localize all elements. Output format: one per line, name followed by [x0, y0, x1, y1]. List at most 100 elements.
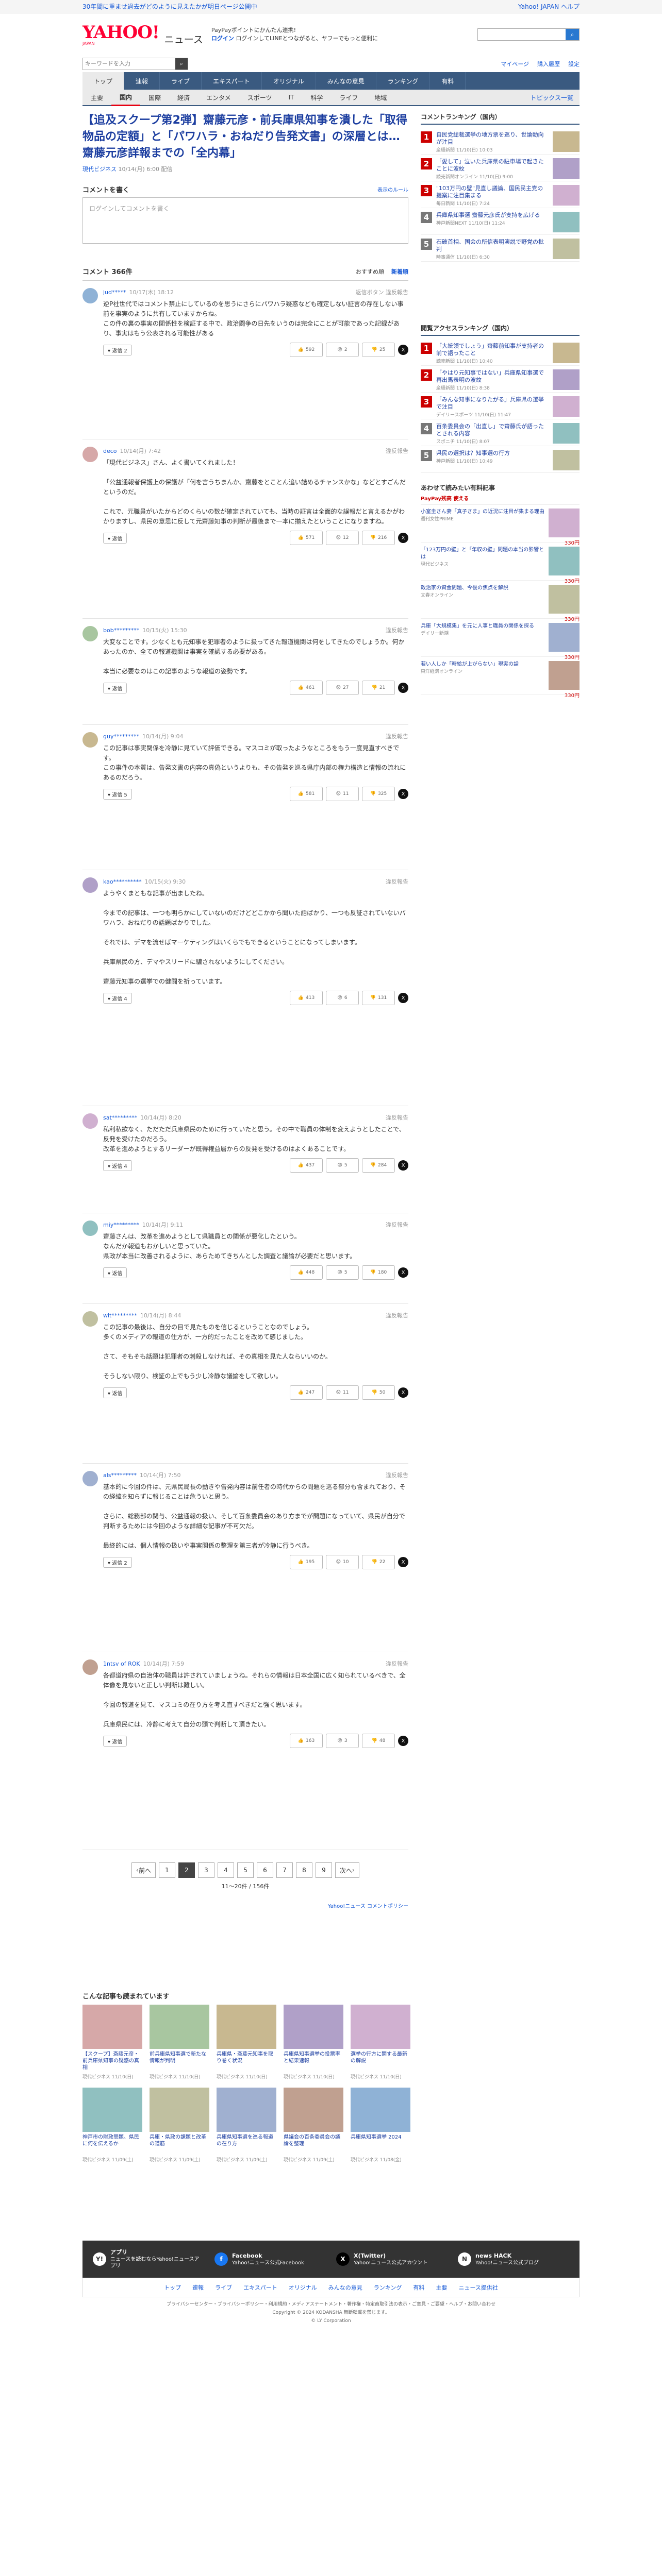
vote-up-button[interactable]: 👍 592: [290, 343, 323, 357]
comment-user[interactable]: jud*****: [103, 289, 126, 296]
vote-down-button[interactable]: 👎 131: [362, 991, 395, 1005]
footer-nav-item[interactable]: ランキング: [374, 2283, 402, 2292]
share-x-icon[interactable]: X: [398, 1557, 408, 1567]
gnav-paid[interactable]: 有料: [430, 72, 466, 90]
snav-domestic[interactable]: 国内: [111, 89, 141, 106]
share-x-icon[interactable]: X: [398, 533, 408, 543]
ranking-thumbnail[interactable]: [553, 185, 580, 206]
report-link[interactable]: 違反報告: [386, 1471, 408, 1479]
snav-science[interactable]: 科学: [302, 93, 331, 102]
related-thumbnail[interactable]: [351, 2005, 410, 2049]
report-link[interactable]: 違反報告: [386, 877, 408, 886]
banner-link[interactable]: 30年間に重ませ過去がどのように見えたかが明日ページ公開中: [82, 2, 257, 11]
vote-down-button[interactable]: 👎 22: [362, 1555, 395, 1569]
gnav-ranking[interactable]: ランキング: [376, 72, 431, 90]
vote-down-button[interactable]: 👎 50: [362, 1385, 395, 1400]
vote-up-button[interactable]: 👍 448: [290, 1265, 323, 1280]
ranking-thumbnail[interactable]: [553, 239, 580, 259]
page-8[interactable]: 8: [296, 1862, 312, 1878]
related-title[interactable]: 県議会の百条委員会の議論を整理: [284, 2134, 343, 2156]
vote-mid-button[interactable]: 😟 11: [326, 1385, 359, 1400]
vote-up-button[interactable]: 👍 461: [290, 681, 323, 695]
next-page-button[interactable]: 次へ ›: [335, 1862, 359, 1878]
footer-nav-item[interactable]: ライブ: [215, 2283, 232, 2292]
page-7[interactable]: 7: [276, 1862, 293, 1878]
ranking-thumbnail[interactable]: [553, 396, 580, 417]
related-item[interactable]: 兵庫県知事選を巡る報道の在り方 現代ビジネス 11/09(土): [217, 2088, 276, 2163]
related-title[interactable]: 兵庫県知事選挙 2024: [351, 2134, 410, 2156]
paid-article-title[interactable]: 政治家の資金問題、今後の焦点を解説: [421, 585, 544, 592]
search-icon[interactable]: ⌕: [175, 58, 188, 70]
comment-user[interactable]: 1ntsv of ROK: [103, 1660, 140, 1667]
related-item[interactable]: 兵庫県知事選挙の投票率と結果速報 現代ビジネス 11/10(日): [284, 2005, 343, 2080]
gnav-original[interactable]: オリジナル: [262, 72, 316, 90]
search-icon[interactable]: ⌕: [566, 29, 579, 40]
footer-nav-item[interactable]: 主要: [436, 2283, 447, 2292]
ranking-title[interactable]: 「愛して」泣いた兵庫県の駐車場で起きたことに波紋: [436, 158, 544, 172]
ranking-title[interactable]: 県民の選択は？知事選の行方: [436, 450, 510, 456]
ranking-title[interactable]: 「やはり元知事ではない」兵庫県知事選で再出馬表明の波紋: [436, 369, 544, 383]
vote-mid-button[interactable]: 😟 5: [326, 1265, 359, 1280]
share-x-icon[interactable]: X: [398, 683, 408, 693]
paid-article-thumbnail[interactable]: [549, 661, 580, 690]
paid-article-title[interactable]: 小室圭さん妻「真子さま」の近況に注目が集まる理由: [421, 509, 544, 516]
vote-up-button[interactable]: 👍 581: [290, 787, 323, 801]
footer-legal-links[interactable]: プライバシーセンター・プライバシーポリシー・利用規約・メディアステートメント・著…: [82, 2300, 580, 2309]
paid-article[interactable]: 政治家の資金問題、今後の焦点を解説 文春オンライン 330円: [421, 581, 580, 622]
comment-user[interactable]: deco: [103, 448, 117, 454]
vote-mid-button[interactable]: 😟 27: [326, 681, 359, 695]
related-item[interactable]: 【スクープ】斎藤元彦・前兵庫県知事の疑惑の真相 現代ビジネス 11/10(日): [82, 2005, 142, 2080]
page-3[interactable]: 3: [198, 1862, 214, 1878]
comment-user[interactable]: guy*********: [103, 733, 139, 740]
comment-user[interactable]: als*********: [103, 1472, 137, 1479]
vote-up-button[interactable]: 👍 247: [290, 1385, 323, 1400]
ranking-thumbnail[interactable]: [553, 212, 580, 232]
vote-mid-button[interactable]: 😟 5: [326, 1158, 359, 1173]
ranking-item[interactable]: 3 「みんな知事になりたがる」兵庫県の選挙で注目 デイリースポーツ 11/10(日)…: [421, 393, 580, 419]
related-thumbnail[interactable]: [150, 2005, 209, 2049]
comment-user[interactable]: miy*********: [103, 1222, 139, 1228]
settings-link[interactable]: 設定: [568, 60, 580, 68]
paid-article[interactable]: 小室圭さん妻「真子さま」の近況に注目が集まる理由 週刊女性PRIME 330円: [421, 504, 580, 546]
share-x-icon[interactable]: X: [398, 1160, 408, 1171]
reply-button[interactable]: ▾ 返信 2: [103, 1556, 132, 1568]
paid-article-thumbnail[interactable]: [549, 623, 580, 652]
comment-input[interactable]: ログインしてコメントを書く: [82, 197, 408, 244]
mypage-link[interactable]: マイページ: [501, 60, 529, 68]
report-link[interactable]: 違反報告: [386, 1311, 408, 1319]
snav-life[interactable]: ライフ: [331, 93, 366, 102]
related-thumbnail[interactable]: [150, 2088, 209, 2132]
report-link[interactable]: 違反報告: [386, 1659, 408, 1668]
vote-mid-button[interactable]: 😟 11: [326, 787, 359, 801]
avatar[interactable]: [82, 447, 98, 462]
ranking-thumbnail[interactable]: [553, 450, 580, 470]
vote-mid-button[interactable]: 😟 3: [326, 1734, 359, 1748]
ranking-thumbnail[interactable]: [553, 369, 580, 390]
paid-article[interactable]: 「123万円の壁」と「年収の壁」問題の本当の影響とは 現代ビジネス 330円: [421, 543, 580, 584]
avatar[interactable]: [82, 877, 98, 893]
vote-up-button[interactable]: 👍 195: [290, 1555, 323, 1569]
vote-up-button[interactable]: 👍 437: [290, 1158, 323, 1173]
share-x-icon[interactable]: X: [398, 1387, 408, 1398]
avatar[interactable]: [82, 1113, 98, 1129]
paid-article-thumbnail[interactable]: [549, 509, 580, 537]
snav-local[interactable]: 地域: [366, 93, 395, 102]
comment-policy-link[interactable]: Yahoo!ニュース コメントポリシー: [328, 1904, 408, 1909]
avatar[interactable]: [82, 1659, 98, 1675]
vote-down-button[interactable]: 👎 325: [362, 787, 395, 801]
report-link[interactable]: 違反報告: [386, 1221, 408, 1229]
gnav-breaking[interactable]: 速報: [124, 72, 160, 90]
article-title[interactable]: 【追及スクープ第2弾】齋藤元彦・前兵庫県知事を潰した「取得物品の定額」と「パワハ…: [82, 112, 408, 162]
ranking-item[interactable]: 2 「やはり元知事ではない」兵庫県知事選で再出馬表明の波紋 産経新聞 11/10(日…: [421, 366, 580, 393]
vote-up-button[interactable]: 👍 163: [290, 1734, 323, 1748]
footer-nav-item[interactable]: エキスパート: [243, 2283, 277, 2292]
related-thumbnail[interactable]: [217, 2088, 276, 2132]
page-5[interactable]: 5: [237, 1862, 254, 1878]
vote-down-button[interactable]: 👎 216: [362, 531, 395, 545]
vote-up-button[interactable]: 👍 571: [290, 531, 323, 545]
snav-main[interactable]: 主要: [82, 93, 111, 102]
ranking-item[interactable]: 2 「愛して」泣いた兵庫県の駐車場で起きたことに波紋 読売新聞オンライン 11/10…: [421, 155, 580, 181]
share-x-icon[interactable]: X: [398, 993, 408, 1003]
footer-app[interactable]: Y! アプリ ニュースを読むならYahoo!ニュースアプリ: [93, 2249, 204, 2269]
comment-user[interactable]: sat*********: [103, 1114, 137, 1121]
